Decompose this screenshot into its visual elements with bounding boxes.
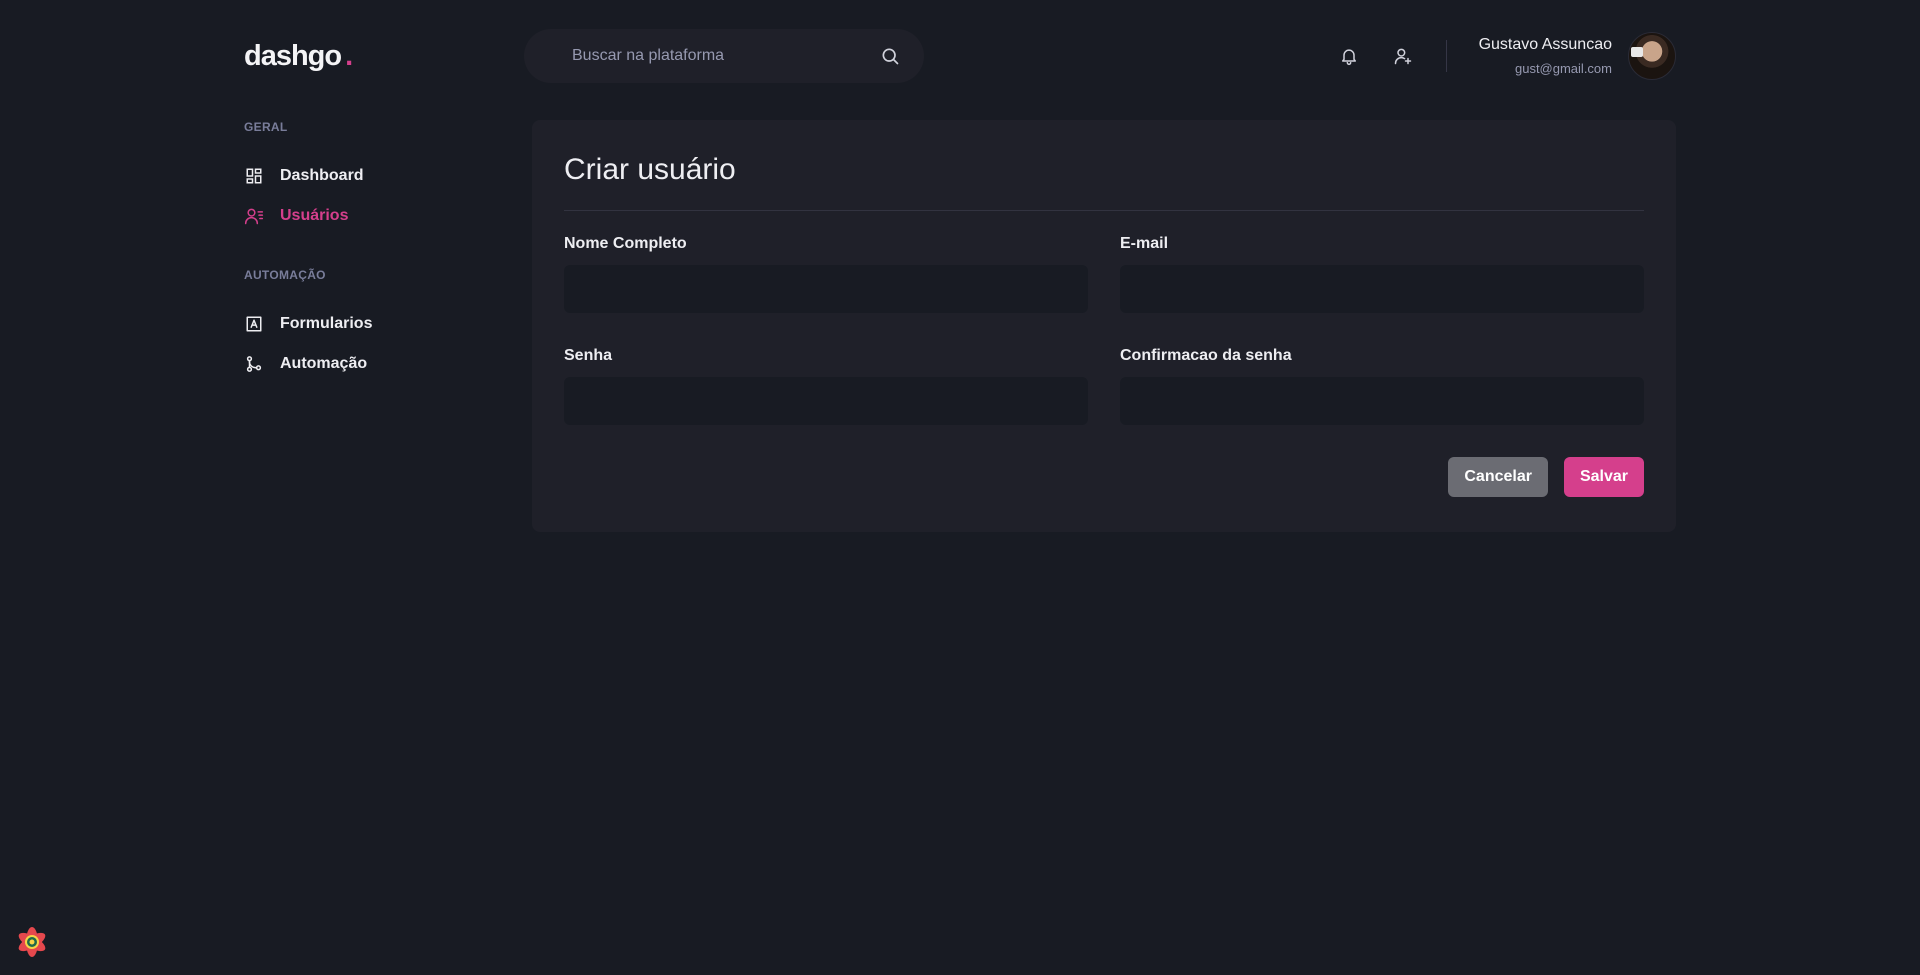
app-page: dashgo. Gustavo Assuncao gust@gmail.com xyxy=(0,0,1920,975)
field-confirmacao-senha: Confirmacao da senha xyxy=(1120,347,1644,425)
sidebar-item-automacao[interactable]: Automação xyxy=(244,352,504,376)
sidebar-item-formularios[interactable]: Formularios xyxy=(244,312,504,336)
search-icon[interactable] xyxy=(880,46,900,66)
header-actions: Gustavo Assuncao gust@gmail.com xyxy=(1338,32,1676,80)
create-user-card: Criar usuário Nome Completo E-mail Senha… xyxy=(532,120,1676,532)
field-email: E-mail xyxy=(1120,235,1644,313)
title-divider xyxy=(564,210,1644,211)
cancel-button[interactable]: Cancelar xyxy=(1448,457,1548,497)
top-header: dashgo. Gustavo Assuncao gust@gmail.com xyxy=(244,28,1676,84)
sidebar-item-label: Automação xyxy=(280,355,368,372)
logo[interactable]: dashgo. xyxy=(244,40,524,73)
user-profile[interactable]: Gustavo Assuncao gust@gmail.com xyxy=(1479,32,1676,80)
sidebar-section-title-geral: GERAL xyxy=(244,120,288,134)
sidebar: GERAL Dashboard Usuários AUTOMAÇÃO Formu… xyxy=(244,120,504,416)
password-input[interactable] xyxy=(564,377,1088,425)
email-input[interactable] xyxy=(1120,265,1644,313)
dashboard-icon xyxy=(244,166,264,186)
logo-dot: . xyxy=(345,39,353,72)
form-icon xyxy=(244,314,264,334)
form-grid: Nome Completo E-mail Senha Confirmacao d… xyxy=(564,235,1644,425)
field-senha: Senha xyxy=(564,347,1088,425)
form-actions: Cancelar Salvar xyxy=(564,457,1644,497)
search-bar[interactable] xyxy=(524,29,924,83)
sidebar-section-title-automacao: AUTOMAÇÃO xyxy=(244,268,326,282)
users-icon xyxy=(244,206,264,226)
logo-text: dashgo xyxy=(244,39,342,72)
sidebar-item-dashboard[interactable]: Dashboard xyxy=(244,164,504,188)
field-label: Nome Completo xyxy=(564,235,687,252)
sidebar-item-label: Usuários xyxy=(280,207,349,224)
page-title: Criar usuário xyxy=(564,153,736,186)
name-input[interactable] xyxy=(564,265,1088,313)
header-divider xyxy=(1445,40,1447,72)
profile-name: Gustavo Assuncao xyxy=(1478,35,1612,53)
sidebar-item-label: Dashboard xyxy=(280,167,364,184)
sidebar-nav-automacao: Formularios Automação xyxy=(244,312,504,376)
field-label: E-mail xyxy=(1120,235,1169,252)
git-merge-icon xyxy=(244,354,264,374)
add-user-icon[interactable] xyxy=(1392,45,1414,67)
password-confirmation-input[interactable] xyxy=(1120,377,1644,425)
profile-info: Gustavo Assuncao gust@gmail.com xyxy=(1479,35,1612,78)
sidebar-nav-geral: Dashboard Usuários xyxy=(244,164,504,228)
save-button[interactable]: Salvar xyxy=(1563,457,1644,497)
profile-email: gust@gmail.com xyxy=(1514,60,1612,76)
sidebar-item-usuarios[interactable]: Usuários xyxy=(244,204,504,228)
devtools-icon[interactable] xyxy=(12,922,52,962)
search-input[interactable] xyxy=(572,47,852,65)
bell-icon[interactable] xyxy=(1338,45,1360,67)
avatar[interactable] xyxy=(1628,32,1676,80)
field-nome-completo: Nome Completo xyxy=(564,235,1088,313)
field-label: Senha xyxy=(564,347,613,364)
sidebar-item-label: Formularios xyxy=(280,315,373,332)
field-label: Confirmacao da senha xyxy=(1120,347,1292,364)
